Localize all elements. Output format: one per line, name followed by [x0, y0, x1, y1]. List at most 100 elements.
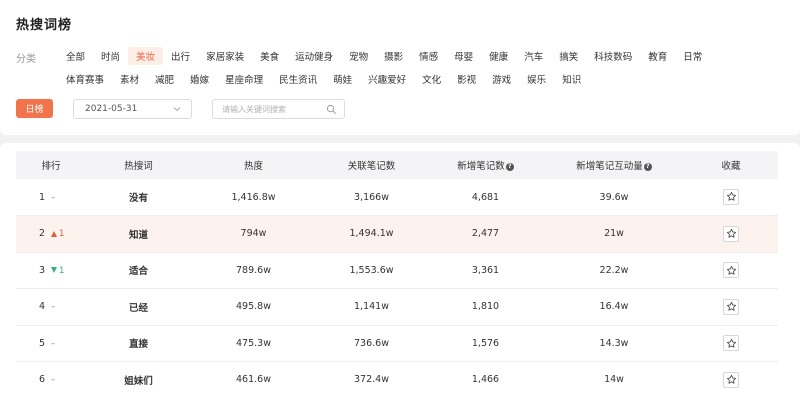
category-chip[interactable]: 游戏	[484, 70, 519, 88]
table-row[interactable]: 1– 没有 1,416.8w 3,166w 4,681 39.6w	[16, 179, 778, 216]
table-row[interactable]: 3 1 适合 789.6w 1,553.6w 3,361 22.2w	[16, 252, 778, 289]
category-chip[interactable]: 婚嫁	[182, 70, 217, 88]
search-box[interactable]	[212, 99, 345, 119]
table-row[interactable]: 6– 姐妹们 461.6w 372.4w 1,466 14w	[16, 362, 778, 395]
heat-cell: 495.8w	[236, 301, 271, 313]
category-chip[interactable]: 素材	[112, 70, 147, 88]
favorite-cell	[684, 289, 778, 326]
keyword-cell[interactable]: 知道	[86, 216, 191, 253]
favorite-button[interactable]	[723, 188, 739, 205]
related-notes-cell: 3,166w	[354, 191, 389, 203]
search-icon[interactable]	[326, 104, 337, 115]
rank-cell: 6–	[16, 362, 86, 395]
related-notes-cell: 372.4w	[354, 374, 389, 386]
star-outline-icon	[726, 192, 736, 201]
favorite-button[interactable]	[723, 371, 739, 388]
header-favorite: 收藏	[721, 161, 741, 172]
category-chip[interactable]: 搞笑	[551, 47, 586, 65]
favorite-cell	[684, 325, 778, 362]
new-notes-cell: 1,466	[471, 374, 500, 386]
category-chip[interactable]: 日常	[675, 47, 710, 65]
category-chip[interactable]: 全部	[58, 47, 93, 65]
category-chip[interactable]: 兴趣爱好	[360, 70, 414, 88]
star-outline-icon	[726, 301, 736, 311]
rank-change: 1	[51, 229, 64, 239]
rank-cell: 21	[16, 216, 86, 253]
category-chip[interactable]: 运动健身	[287, 47, 341, 65]
category-chip[interactable]: 知识	[554, 70, 589, 88]
new-notes-cell: 4,681	[471, 191, 500, 203]
rank-cell: 31	[16, 252, 86, 289]
keyword-cell[interactable]: 直接	[86, 325, 191, 362]
arrow-up-icon	[51, 230, 58, 237]
keyword-cell[interactable]: 适合	[86, 252, 191, 289]
new-notes-cell: 2,477	[471, 228, 500, 240]
category-chip[interactable]: 教育	[640, 47, 675, 65]
category-chip[interactable]: 文化	[414, 70, 449, 88]
rank-change: 1	[51, 266, 64, 276]
search-input[interactable]	[222, 104, 327, 114]
new-interactions-cell: 22.2w	[599, 264, 629, 276]
rank-cell: 4–	[16, 289, 86, 326]
rank-number: 3	[39, 264, 46, 276]
rank-change: –	[51, 375, 56, 386]
favorite-button[interactable]	[723, 298, 739, 315]
category-chip[interactable]: 影视	[449, 70, 484, 88]
heat-cell: 794w	[240, 228, 267, 240]
header-new-notes[interactable]: 新增笔记数?	[427, 151, 544, 179]
category-chip[interactable]: 萌娃	[325, 70, 360, 88]
heat-cell: 789.6w	[236, 264, 271, 276]
keyword-cell[interactable]: 姐妹们	[86, 362, 191, 395]
star-outline-icon	[726, 228, 736, 238]
header-heat[interactable]: 热度	[191, 151, 316, 179]
rank-change-value: 1	[59, 229, 65, 240]
category-chip[interactable]: 汽车	[516, 47, 551, 65]
category-chip[interactable]: 美食	[252, 47, 287, 65]
favorite-button[interactable]	[723, 225, 739, 242]
favorite-button[interactable]	[723, 335, 739, 351]
star-outline-icon	[726, 265, 736, 275]
category-chip[interactable]: 体育赛事	[58, 70, 112, 88]
question-circle-icon[interactable]: ?	[643, 162, 652, 171]
category-chip[interactable]: 摄影	[376, 47, 411, 65]
category-chip[interactable]: 民生资讯	[271, 70, 325, 88]
category-chip[interactable]: 健康	[481, 47, 516, 65]
category-chip[interactable]: 娱乐	[519, 70, 554, 88]
category-chip[interactable]: 时尚	[93, 47, 128, 65]
related-notes-cell: 1,494.1w	[349, 228, 394, 240]
question-circle-icon[interactable]: ?	[505, 162, 514, 171]
table-row[interactable]: 4– 已经 495.8w 1,141w 1,810 16.4w	[16, 289, 778, 326]
header-new-interactions[interactable]: 新增笔记互动量?	[544, 151, 684, 179]
ranking-table: 排行 热搜词 热度 关联笔记数 新增笔记数? 新增笔记互动量? 收藏 1– 没有 1…	[16, 151, 778, 395]
star-outline-icon	[726, 374, 736, 384]
category-chip[interactable]: 情感	[411, 47, 446, 65]
daily-ranking-button[interactable]: 日榜	[16, 99, 53, 118]
new-notes-cell: 3,361	[471, 264, 500, 276]
date-select[interactable]: 2021-05-31	[73, 99, 192, 119]
page-title: 热搜词榜	[16, 18, 73, 33]
category-chip[interactable]: 减肥	[147, 70, 182, 88]
category-chip[interactable]: 出行	[163, 47, 198, 65]
category-chip[interactable]: 宠物	[341, 47, 376, 65]
rank-change: –	[51, 338, 56, 349]
rank-number: 1	[39, 191, 46, 203]
related-notes-cell: 1,141w	[354, 301, 389, 313]
table-row[interactable]: 2 1 知道 794w 1,494.1w 2,477 21w	[16, 215, 778, 253]
keyword-cell[interactable]: 已经	[86, 289, 191, 326]
new-notes-cell: 1,810	[471, 301, 500, 313]
category-label: 分类	[16, 54, 36, 65]
chevron-down-icon	[173, 107, 181, 112]
rank-change: –	[51, 192, 56, 203]
keyword-cell[interactable]: 没有	[86, 179, 191, 216]
category-chip[interactable]: 母婴	[446, 47, 481, 65]
favorite-button[interactable]	[723, 262, 739, 278]
header-related-notes[interactable]: 关联笔记数	[316, 151, 427, 179]
filter-panel: 热搜词榜 分类 全部 时尚 美妆 出行 家居家装 美食 运动健身 宠物 摄影 情感 母婴 健康 汽车 搞笑…	[0, 0, 800, 135]
category-chip[interactable]: 美妆	[128, 47, 164, 65]
header-new-interactions-label: 新增笔记互动量	[576, 161, 643, 172]
category-chip[interactable]: 星座命理	[217, 70, 271, 88]
table-row[interactable]: 5– 直接 475.3w 736.6w 1,576 14.3w	[16, 325, 778, 362]
rank-number: 5	[39, 337, 46, 349]
category-chip[interactable]: 家居家装	[198, 47, 252, 65]
category-chip[interactable]: 科技数码	[586, 47, 640, 65]
